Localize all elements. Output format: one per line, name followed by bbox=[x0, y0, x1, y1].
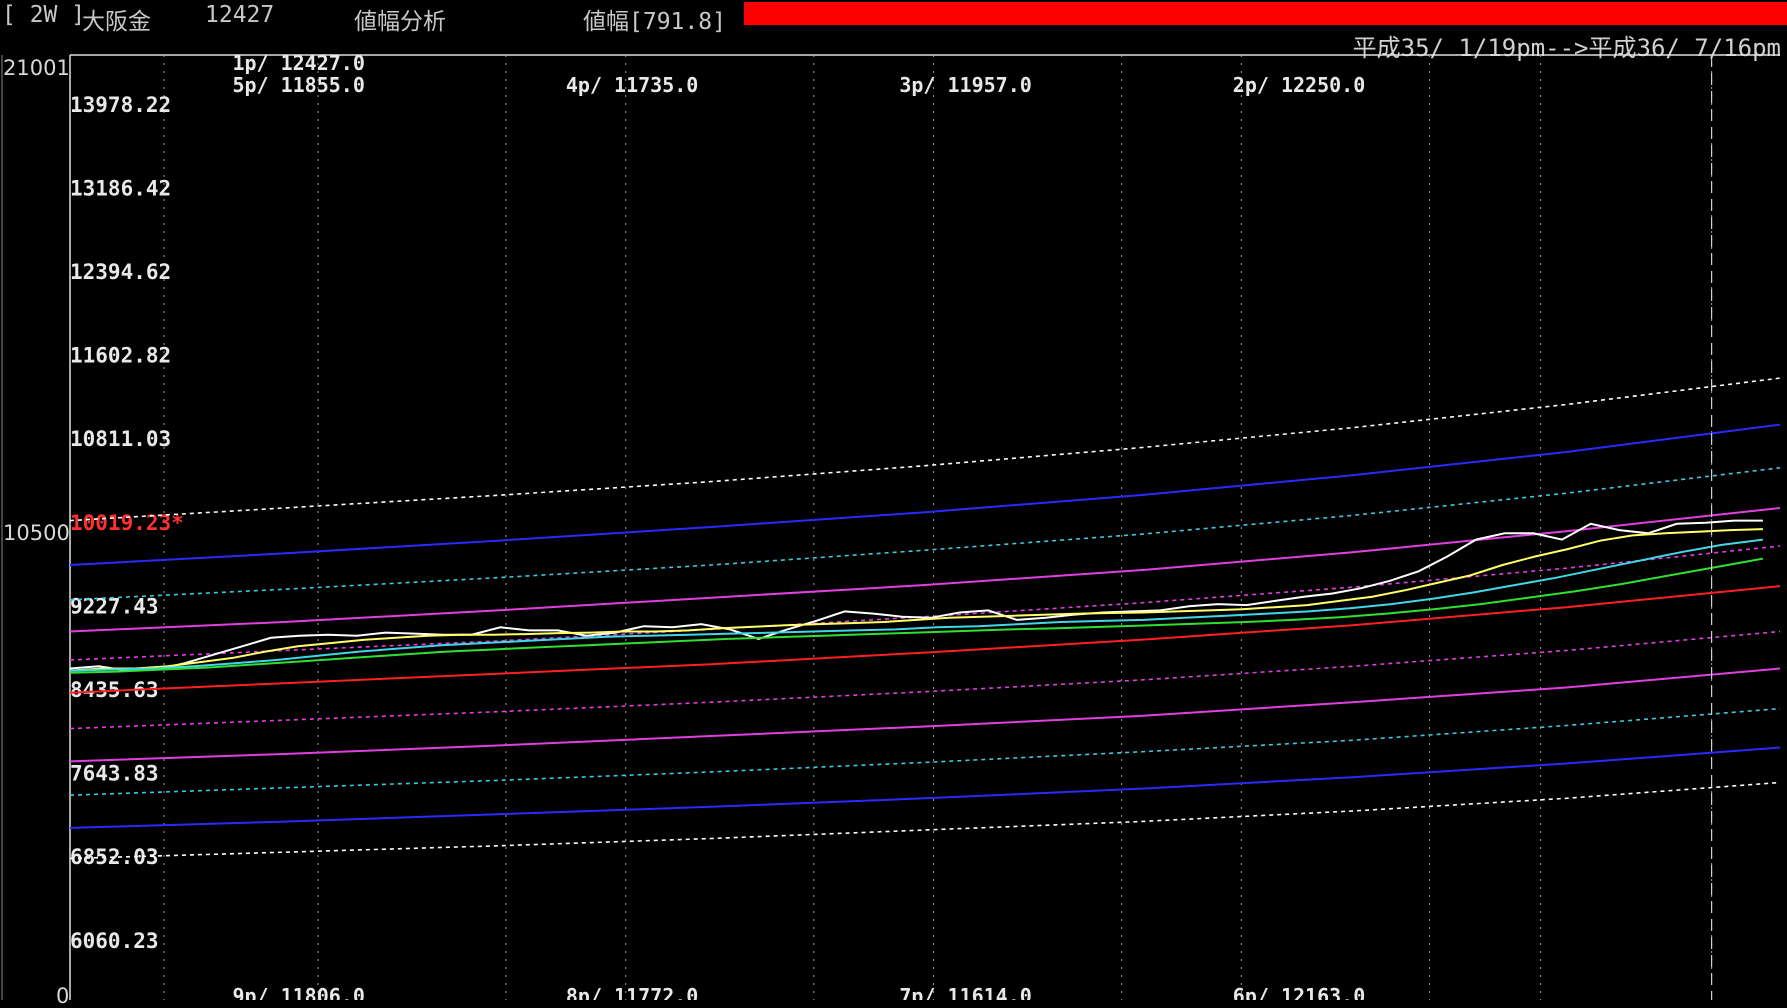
series-line-0 bbox=[69, 377, 1781, 522]
bottom-annotation-1: 8p/ 11772.0 bbox=[566, 984, 698, 1000]
y-tick-label-1: 13186.42 bbox=[70, 176, 171, 200]
y-tick-label-0: 13978.22 bbox=[70, 93, 171, 117]
bottom-annotation-2: 7p/ 11614.0 bbox=[899, 984, 1031, 1000]
top-annotation-4: 2p/ 12250.0 bbox=[1233, 73, 1365, 97]
series-line-1 bbox=[69, 423, 1781, 566]
series-line-7 bbox=[69, 667, 1781, 763]
top-annotation-0: 1p/ 12427.0 bbox=[232, 51, 364, 75]
top-annotation-1: 5p/ 11855.0 bbox=[232, 73, 364, 97]
price-range-chart: 13978.22 13186.42 12394.62 11602.82 10811.03… bbox=[1, 51, 1781, 1000]
bottom-annotation-0: 9p/ 11806.0 bbox=[232, 984, 364, 1000]
bottom-annotation-3: 6p/ 12163.0 bbox=[1233, 984, 1365, 1000]
y-tick-label-10: 6060.23 bbox=[70, 929, 159, 953]
y-tick-label-2: 12394.62 bbox=[70, 260, 171, 284]
series-line-6 bbox=[69, 630, 1781, 730]
top-annotation-2: 4p/ 11735.0 bbox=[566, 73, 698, 97]
y-tick-label-3: 11602.82 bbox=[70, 344, 171, 368]
series-line-11 bbox=[69, 519, 1763, 672]
y-tick-label-6: 9227.43 bbox=[70, 594, 159, 618]
series-line-13 bbox=[69, 538, 1764, 672]
y-tick-label-9: 6852.03 bbox=[70, 845, 159, 869]
series-line-9 bbox=[69, 746, 1781, 829]
series-line-3 bbox=[69, 507, 1781, 633]
series-line-5 bbox=[69, 585, 1781, 694]
y-tick-label-8: 7643.83 bbox=[70, 762, 159, 786]
top-annotation-3: 3p/ 11957.0 bbox=[899, 73, 1031, 97]
y-tick-label-4: 10811.03 bbox=[70, 427, 171, 451]
